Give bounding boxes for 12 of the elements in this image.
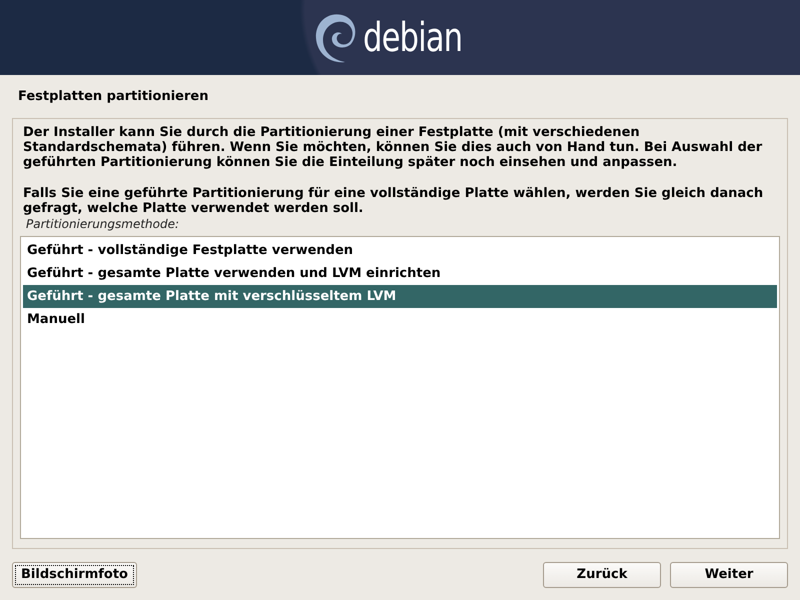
list-option[interactable]: Geführt - gesamte Platte mit verschlüsseltem LVM — [23, 285, 777, 308]
list-option[interactable]: Manuell — [23, 308, 777, 331]
list-option[interactable]: Geführt - vollständige Festplatte verwenden — [23, 239, 777, 262]
back-button[interactable]: Zurück — [543, 562, 661, 588]
logo-text: debian — [362, 18, 462, 58]
continue-button[interactable]: Weiter — [670, 562, 788, 588]
list-label: Partitionierungsmethode: — [26, 217, 180, 231]
list-option[interactable]: Geführt - gesamte Platte verwenden und LVM einrichten — [23, 262, 777, 285]
page-title: Festplatten partitionieren — [17, 88, 210, 106]
screenshot-button[interactable]: Bildschirmfoto — [12, 562, 137, 588]
description-text: Der Installer kann Sie durch die Partitionierung einer Festplatte (mit verschiedenen Standardschemata) führen. Wenn Sie möchten, können Sie dies auch von Hand tun. Bei Auswahl der geführten Partitionierung können Sie die Einteilung später noch einsehen und anpassen. — [22, 125, 764, 170]
description-text: Falls Sie eine geführte Partitionierung für eine vollständige Platte wählen, werden Sie gleich danach gefragt, welche Platte verwendet werden soll. — [22, 186, 764, 216]
